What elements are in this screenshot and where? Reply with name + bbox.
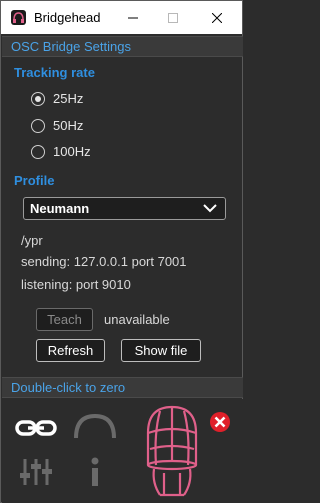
head-icon[interactable] — [138, 403, 206, 499]
profile-select[interactable]: Neumann — [23, 197, 226, 220]
info-icon[interactable] — [89, 457, 101, 487]
profile-selected-value: Neumann — [30, 201, 90, 216]
close-icon[interactable] — [209, 411, 231, 433]
profile-label: Profile — [14, 173, 55, 188]
show-file-button[interactable]: Show file — [121, 339, 201, 362]
link-icon[interactable] — [15, 416, 57, 440]
radio-label-50hz: 50Hz — [53, 118, 84, 133]
minimize-button[interactable] — [113, 1, 153, 34]
title-bar: Bridgehead — [1, 1, 242, 34]
radio-label-100hz: 100Hz — [53, 144, 91, 159]
window-title: Bridgehead — [34, 10, 101, 25]
radio-button-checked[interactable] — [31, 91, 45, 106]
headphones-icon — [74, 413, 116, 439]
osc-settings-header: OSC Bridge Settings — [2, 36, 243, 57]
close-window-icon — [212, 12, 222, 23]
status-area — [2, 399, 243, 503]
osc-path: /ypr — [21, 233, 43, 248]
listening-info: listening: port 9010 — [21, 277, 131, 292]
radio-button[interactable] — [31, 118, 45, 133]
minimize-icon — [128, 17, 138, 18]
sending-info: sending: 127.0.0.1 port 7001 — [21, 254, 187, 269]
tracking-rate-label: Tracking rate — [14, 65, 95, 80]
radio-100hz[interactable]: 100Hz — [31, 144, 91, 159]
zero-header: Double-click to zero — [2, 377, 243, 398]
maximize-button[interactable] — [153, 1, 193, 34]
chevron-down-icon — [203, 204, 217, 213]
app-icon — [11, 10, 26, 25]
radio-25hz[interactable]: 25Hz — [31, 91, 83, 106]
refresh-button[interactable]: Refresh — [36, 339, 105, 362]
teach-button[interactable]: Teach — [36, 308, 93, 331]
app-window: Bridgehead OSC Bridge Settings Tracking … — [0, 0, 243, 503]
radio-button[interactable] — [31, 144, 45, 159]
sliders-icon[interactable] — [19, 457, 53, 487]
maximize-icon — [168, 12, 178, 23]
close-window-button[interactable] — [197, 1, 237, 34]
radio-50hz[interactable]: 50Hz — [31, 118, 83, 133]
radio-label-25hz: 25Hz — [53, 91, 84, 106]
teach-status: unavailable — [104, 312, 170, 327]
